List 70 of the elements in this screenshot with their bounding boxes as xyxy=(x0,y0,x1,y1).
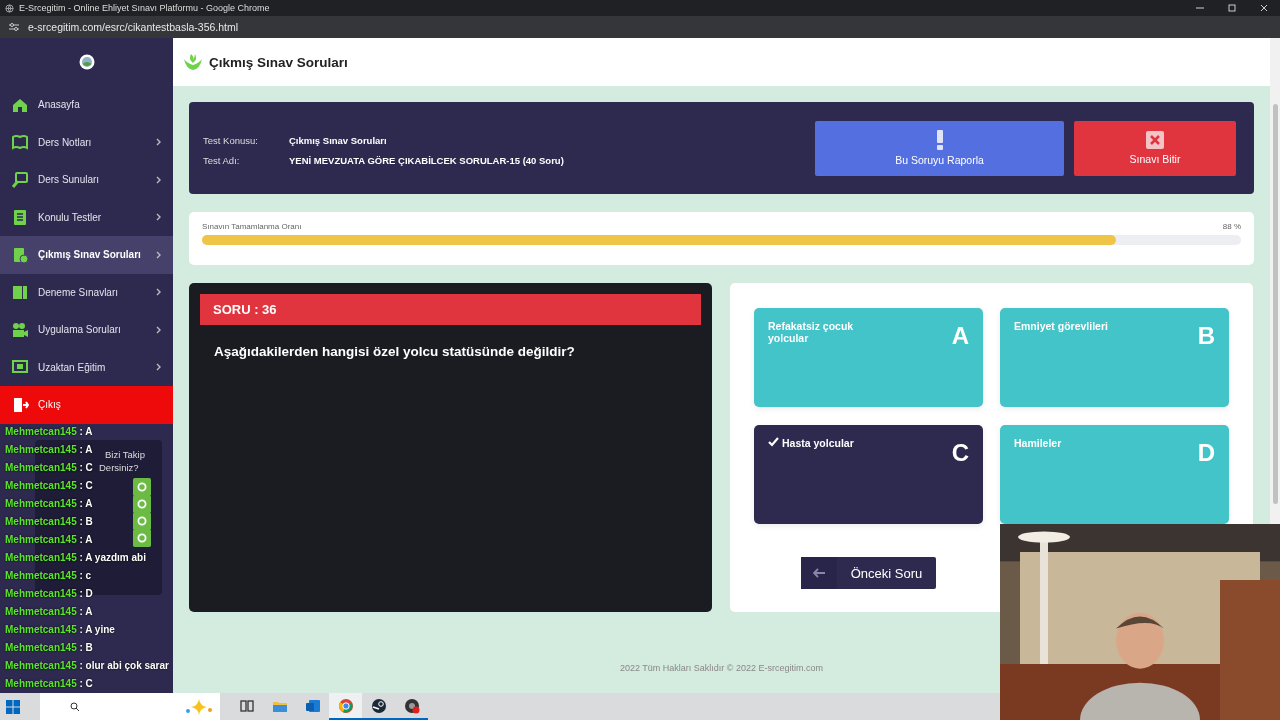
sidebar-item[interactable]: Çıkış xyxy=(0,386,173,424)
chat-message: Mehmetcan145 : A yazdım abi xyxy=(5,551,146,565)
finish-button[interactable]: Sınavı Bitir xyxy=(1074,120,1236,176)
sidebar-item[interactable]: Konulu Testler xyxy=(0,198,173,236)
option-letter: C xyxy=(951,441,969,468)
chat-message: Mehmetcan145 : A xyxy=(5,443,93,457)
sidebar-item[interactable]: Anasayfa xyxy=(0,86,173,124)
option-letter: A xyxy=(951,324,969,351)
search-icon xyxy=(70,701,80,712)
chat-message: Mehmetcan145 : C xyxy=(5,461,93,475)
sidebar-item[interactable]: Çıkmış Sınav Soruları xyxy=(0,236,173,274)
start-icon[interactable] xyxy=(6,699,20,714)
sidebar-item[interactable]: Ders Notları xyxy=(0,123,173,161)
option-text: Hasta yolcular xyxy=(782,437,854,449)
address-bar-url[interactable]: e-srcegitim.com/esrc/cikantestbasla-356.html xyxy=(28,21,239,33)
camera-icon xyxy=(11,320,29,339)
chat-message: Mehmetcan145 : C xyxy=(5,677,93,691)
sidebar-item[interactable]: Ders Sunuları xyxy=(0,161,173,199)
chat-message: Mehmetcan145 : C xyxy=(5,479,93,493)
sidebar-item[interactable]: Deneme Sınavları xyxy=(0,273,173,311)
option-text: Refakatsiz çocuk yolcular xyxy=(768,320,855,344)
follow-text: Dersiniz? xyxy=(99,462,139,474)
chat-message: Mehmetcan145 : c xyxy=(5,569,92,583)
option-letter: D xyxy=(1197,441,1215,468)
sidebar-item[interactable]: Uygulama Soruları xyxy=(0,311,173,349)
chat-message: Mehmetcan145 : D xyxy=(5,587,93,601)
progress-percent: 88 % xyxy=(1222,222,1241,231)
chat-message: Mehmetcan145 : A xyxy=(5,533,93,547)
document-icon xyxy=(11,245,29,264)
globe-icon xyxy=(5,3,14,13)
site-settings-icon[interactable] xyxy=(8,22,20,32)
chat-message: Mehmetcan145 : B xyxy=(5,515,93,529)
option-text: Hamileler xyxy=(1014,437,1062,449)
chat-message: Mehmetcan145 : A yine xyxy=(5,623,115,637)
arrow-left-icon xyxy=(812,568,826,578)
field-label: Test Konusu: xyxy=(203,134,259,146)
field-label: Test Adı: xyxy=(203,154,241,166)
window-title: E-Srcegitim - Online Ehliyet Sınavı Platformu - Google Chrome xyxy=(19,3,271,13)
footer-text: 2022 Tüm Hakları Saklıdır © 2022 E-srcegitim.com xyxy=(619,663,823,673)
hands-leaf-icon xyxy=(183,53,203,71)
presentation-icon xyxy=(11,170,29,189)
exclamation-icon xyxy=(935,130,944,150)
clipboard-icon xyxy=(11,208,29,227)
logo-icon[interactable] xyxy=(78,54,95,70)
field-value: YENİ MEVZUATA GÖRE ÇIKABİLCEK SORULAR-15 (40 Soru) xyxy=(289,154,565,166)
chat-message: Mehmetcan145 : B xyxy=(5,641,93,655)
chat-message: Mehmetcan145 : A xyxy=(5,425,93,439)
progress-label: Sınavın Tamamlanma Oranı xyxy=(202,222,302,231)
question-number: SORU : 36 xyxy=(200,294,701,325)
check-icon xyxy=(768,437,779,447)
book-icon xyxy=(11,133,29,152)
chat-message: Mehmetcan145 : A xyxy=(5,605,93,619)
logout-icon xyxy=(11,395,29,414)
browser-icon[interactable] xyxy=(329,693,362,720)
close-box-icon xyxy=(1146,131,1164,149)
question-text: Aşağıdakilerden hangisi özel yolcu statüsünde değildir? xyxy=(213,343,576,361)
search-field[interactable] xyxy=(40,693,220,720)
chat-message: Mehmetcan145 : olur abi çok sarar xyxy=(5,659,169,673)
chat-message: Mehmetcan145 : A xyxy=(5,497,93,511)
option-text: Emniyet görevlileri xyxy=(1014,320,1108,332)
page-title: Çıkmış Sınav Soruları xyxy=(209,54,348,70)
previous-question-button[interactable]: Önceki Soru xyxy=(801,557,936,589)
answer-option[interactable]: Hasta yolcular C xyxy=(754,425,983,524)
option-letter: B xyxy=(1197,324,1215,351)
report-button[interactable]: Bu Soruyu Raporla xyxy=(815,120,1064,176)
test-sheet-icon xyxy=(11,283,29,302)
field-value: Çıkmış Sınav Soruları xyxy=(289,134,388,146)
sidebar-item[interactable]: Uzaktan Eğitim xyxy=(0,348,173,386)
scrollbar-thumb[interactable] xyxy=(1272,104,1278,504)
follow-text: Bizi Takip xyxy=(105,449,145,461)
